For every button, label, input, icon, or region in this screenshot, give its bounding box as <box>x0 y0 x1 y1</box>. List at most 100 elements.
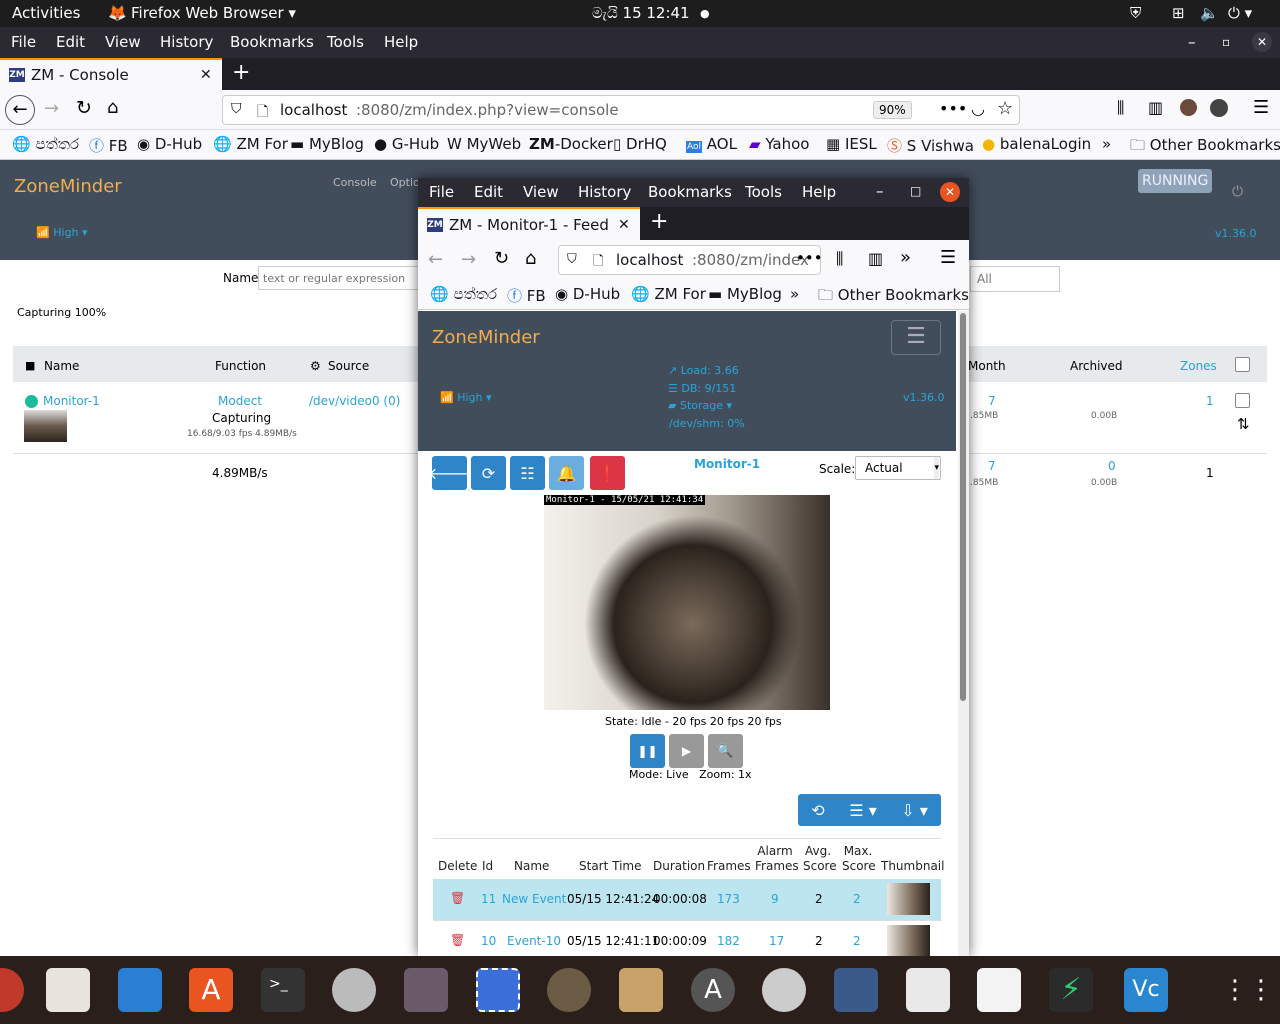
trash-icon[interactable]: 🗑 <box>450 891 465 905</box>
col-avg-score[interactable]: Avg. Score <box>803 844 837 874</box>
col-function[interactable]: Function <box>215 359 266 373</box>
event-max-link[interactable]: 2 <box>853 934 861 948</box>
power-icon[interactable]: ⏻ <box>1232 184 1243 200</box>
bookmark-item[interactable]: Ⓢ S Vishwa <box>887 135 974 156</box>
bookmark-item[interactable]: W MyWeb <box>447 135 521 153</box>
bookmark-item[interactable]: ● G-Hub <box>374 135 439 153</box>
bookmark-item[interactable]: ▬ MyBlog <box>290 135 364 153</box>
minimize-icon[interactable]: – <box>1188 33 1196 51</box>
updater-dock-icon[interactable]: A <box>691 968 735 1012</box>
gimp-dock-icon[interactable] <box>547 968 591 1012</box>
zoom-out-button[interactable]: 🔍 <box>708 734 743 768</box>
bookmark-item[interactable]: 🌐 ZM For <box>631 285 706 303</box>
col-name[interactable]: Name <box>44 359 79 373</box>
menu-tools[interactable]: Tools <box>745 183 782 201</box>
bookmark-item[interactable]: 🌐 පත්තර <box>12 135 79 153</box>
filter-name-input[interactable] <box>258 266 428 290</box>
archive-dock-icon[interactable] <box>619 968 663 1012</box>
terminal-dock-icon[interactable]: >_ <box>261 968 305 1012</box>
other-bookmarks[interactable]: 🗀 Other Bookmarks <box>818 285 969 310</box>
dictionary-dock-icon[interactable] <box>906 968 950 1012</box>
source-link[interactable]: /dev/video0 (0) <box>309 394 400 408</box>
bookmark-item[interactable]: ▦ IESL <box>826 135 877 153</box>
load-stat[interactable]: ↗ Load: 3.66 <box>668 364 739 377</box>
bookmarks-overflow-icon[interactable]: » <box>1102 135 1111 153</box>
col-thumbnail[interactable]: Thumbnail <box>881 859 944 873</box>
library-icon[interactable]: ⫼ <box>1117 98 1124 118</box>
event-id-link[interactable]: 10 <box>481 934 496 948</box>
menu-file[interactable]: File <box>429 183 454 201</box>
disks-dock-icon[interactable] <box>762 968 806 1012</box>
storage-menu[interactable]: ▰ Storage ▾ <box>668 399 732 412</box>
vm-dock-icon[interactable] <box>404 968 448 1012</box>
col-frames[interactable]: Frames <box>707 859 751 873</box>
maximize-icon[interactable]: ▫ <box>1222 35 1230 49</box>
menu-help[interactable]: Help <box>802 183 836 201</box>
zones-link[interactable]: 1 <box>1206 394 1214 408</box>
maximize-icon[interactable]: □ <box>910 184 921 198</box>
col-start-time[interactable]: Start Time <box>579 859 642 873</box>
pocket-icon[interactable]: ◡ <box>971 99 985 118</box>
minimize-icon[interactable]: – <box>876 182 884 200</box>
forward-icon[interactable]: → <box>44 98 59 119</box>
nav-options[interactable]: Optio <box>390 176 420 189</box>
alarm-button[interactable]: 🔔 <box>549 456 584 490</box>
menu-tools[interactable]: Tools <box>327 33 364 51</box>
volume-icon[interactable]: 🔈 <box>1200 4 1219 22</box>
menu-bookmarks[interactable]: Bookmarks <box>230 33 314 51</box>
col-zones[interactable]: Zones <box>1180 359 1217 373</box>
menu-edit[interactable]: Edit <box>56 33 85 51</box>
col-id[interactable]: Id <box>482 859 493 873</box>
trash-icon[interactable]: 🗑 <box>450 933 465 947</box>
total-archived-link[interactable]: 0 <box>1108 459 1116 473</box>
table-row[interactable]: 🗑 11 New Event 05/15 12:41:24 00:00:08 1… <box>433 879 941 920</box>
scrollbar-thumb[interactable] <box>960 313 966 701</box>
zm-brand[interactable]: ZoneMinder <box>432 327 540 348</box>
event-thumbnail[interactable] <box>887 883 930 915</box>
function-link[interactable]: Modect <box>218 394 262 408</box>
menu-history[interactable]: History <box>160 33 213 51</box>
overflow-icon[interactable]: » <box>900 247 911 268</box>
users-dock-icon[interactable] <box>332 968 376 1012</box>
power-dock-icon[interactable]: ⚡ <box>1049 968 1093 1012</box>
reload-icon[interactable]: ↻ <box>494 248 509 269</box>
library-icon[interactable]: ⫼ <box>836 249 843 269</box>
bookmark-item[interactable]: ▰ Yahoo <box>749 135 809 153</box>
navbar-toggle-icon[interactable]: ☰ <box>891 320 941 355</box>
power-icon[interactable]: ⏻ ▾ <box>1228 4 1252 22</box>
col-source[interactable]: Source <box>328 359 369 373</box>
bookmark-item[interactable]: ⓕ FB <box>507 285 546 306</box>
page-actions-icon[interactable]: ••• <box>796 249 823 267</box>
back-icon[interactable]: ← <box>428 249 443 270</box>
col-name[interactable]: Name <box>514 859 549 873</box>
bookmark-item[interactable]: ◉ D-Hub <box>137 135 202 153</box>
table-row[interactable]: 🗑 10 Event-10 05/15 12:41:11 00:00:09 18… <box>433 920 941 956</box>
version-label[interactable]: v1.36.0 <box>1215 227 1257 240</box>
columns-button[interactable]: ☰ ▾ <box>838 794 888 826</box>
tab-monitor-feed[interactable]: ZM ZM - Monitor-1 - Feed ✕ <box>418 207 640 240</box>
vnc-dock-icon[interactable]: Vc <box>1124 968 1168 1012</box>
export-button[interactable]: ⇩ ▾ <box>888 794 941 826</box>
close-tab-icon[interactable]: ✕ <box>200 67 212 83</box>
clock[interactable]: මැයි 15 12:41 <box>592 4 690 22</box>
shield-icon[interactable]: ⛉ <box>231 101 242 117</box>
activities-button[interactable]: Activities <box>12 4 80 22</box>
tab-console[interactable]: ZM ZM - Console ✕ <box>0 58 222 90</box>
hamburger-menu-icon[interactable]: ☰ <box>940 247 956 268</box>
nav-console[interactable]: Console <box>333 176 377 189</box>
col-max-score[interactable]: Max. Score <box>842 844 876 874</box>
bookmark-item[interactable]: 🌐 පත්තර <box>430 285 497 303</box>
event-id-link[interactable]: 11 <box>481 892 496 906</box>
event-alarm-link[interactable]: 17 <box>769 934 784 948</box>
show-apps-icon[interactable]: ⋮⋮ <box>1222 968 1274 1012</box>
new-tab-icon[interactable]: + <box>650 209 668 234</box>
close-tab-icon[interactable]: ✕ <box>618 217 630 233</box>
screenshot-dock-icon[interactable] <box>476 968 520 1012</box>
bookmark-item[interactable]: ▯ DrHQ <box>613 135 667 153</box>
force-alarm-button[interactable]: ❗ <box>590 456 625 490</box>
sidebar-icon[interactable]: ▥ <box>1148 98 1163 117</box>
sidebar-icon[interactable]: ▥ <box>868 249 883 268</box>
play-button[interactable]: ▶ <box>669 734 704 768</box>
event-frames-link[interactable]: 182 <box>717 934 740 948</box>
back-icon[interactable]: ← <box>5 95 35 125</box>
